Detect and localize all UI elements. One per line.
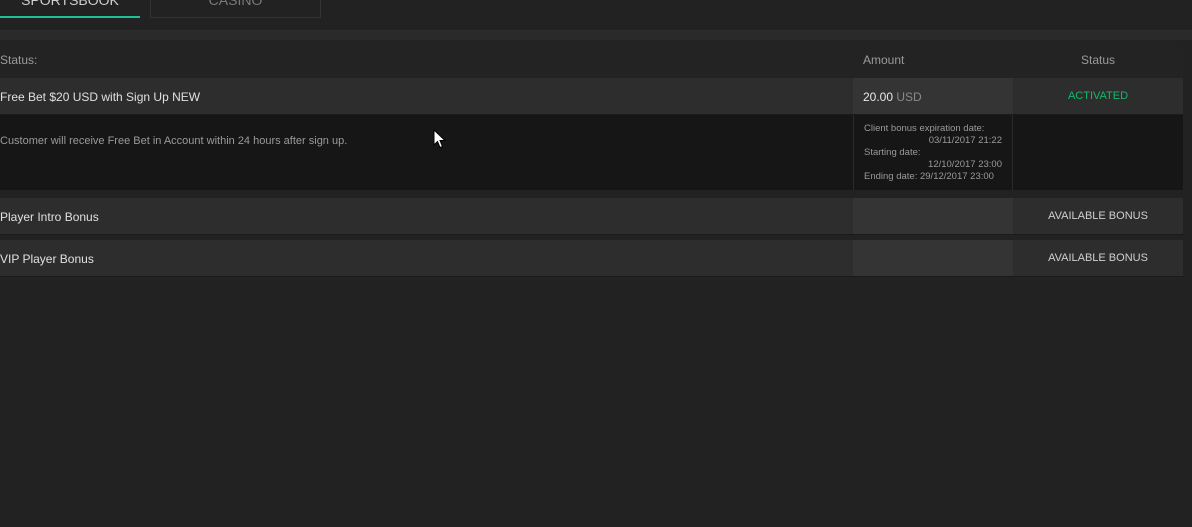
header-status-label: Status: bbox=[0, 53, 38, 67]
status-badge-activated: ACTIVATED bbox=[1013, 78, 1183, 114]
tab-sportsbook[interactable]: SPORTSBOOK bbox=[0, 0, 140, 18]
bonus-description: Customer will receive Free Bet in Accoun… bbox=[0, 135, 348, 147]
bonus-name: Player Intro Bonus bbox=[0, 210, 99, 224]
starting-value: 12/10/2017 23:00 bbox=[928, 159, 1002, 170]
table-header: Status: Amount Status bbox=[0, 41, 1183, 78]
bonus-name: Free Bet $20 USD with Sign Up NEW bbox=[0, 90, 201, 104]
header-status-column: Status bbox=[1080, 53, 1116, 67]
bonus-detail-panel: Customer will receive Free Bet in Accoun… bbox=[0, 115, 1183, 190]
tab-bar: SPORTSBOOK CASINO bbox=[0, 0, 1192, 31]
starting-label: Starting date: bbox=[864, 147, 921, 158]
bonus-dates: Client bonus expiration date: 03/11/2017… bbox=[853, 115, 1013, 190]
bonus-row-free-bet[interactable]: Free Bet $20 USD with Sign Up NEW 20.00 … bbox=[0, 78, 1183, 115]
mouse-cursor-icon bbox=[433, 129, 447, 149]
amount-value: 20.00 USD bbox=[863, 90, 922, 104]
bonus-row-player-intro[interactable]: Player Intro Bonus AVAILABLE BONUS bbox=[0, 198, 1183, 235]
available-bonus-button[interactable]: AVAILABLE BONUS bbox=[1013, 198, 1183, 234]
row-gap bbox=[0, 190, 1183, 198]
expiration-value: 03/11/2017 21:22 bbox=[928, 135, 1002, 146]
divider bbox=[0, 31, 1192, 40]
amount-cell bbox=[853, 240, 1013, 276]
tab-casino[interactable]: CASINO bbox=[150, 0, 321, 18]
amount-cell: 20.00 USD bbox=[853, 78, 1013, 114]
expiration-label: Client bonus expiration date: bbox=[864, 123, 985, 134]
bonuses-page: SPORTSBOOK CASINO Status: Amount Status … bbox=[0, 0, 1192, 527]
available-bonus-button[interactable]: AVAILABLE BONUS bbox=[1013, 240, 1183, 276]
ending-date: Ending date: 29/12/2017 23:00 bbox=[864, 171, 994, 182]
amount-cell bbox=[853, 198, 1013, 234]
bonus-row-vip-player[interactable]: VIP Player Bonus AVAILABLE BONUS bbox=[0, 240, 1183, 277]
currency-label: USD bbox=[896, 90, 922, 104]
bonus-name: VIP Player Bonus bbox=[0, 252, 94, 266]
header-amount-label: Amount bbox=[863, 53, 905, 67]
